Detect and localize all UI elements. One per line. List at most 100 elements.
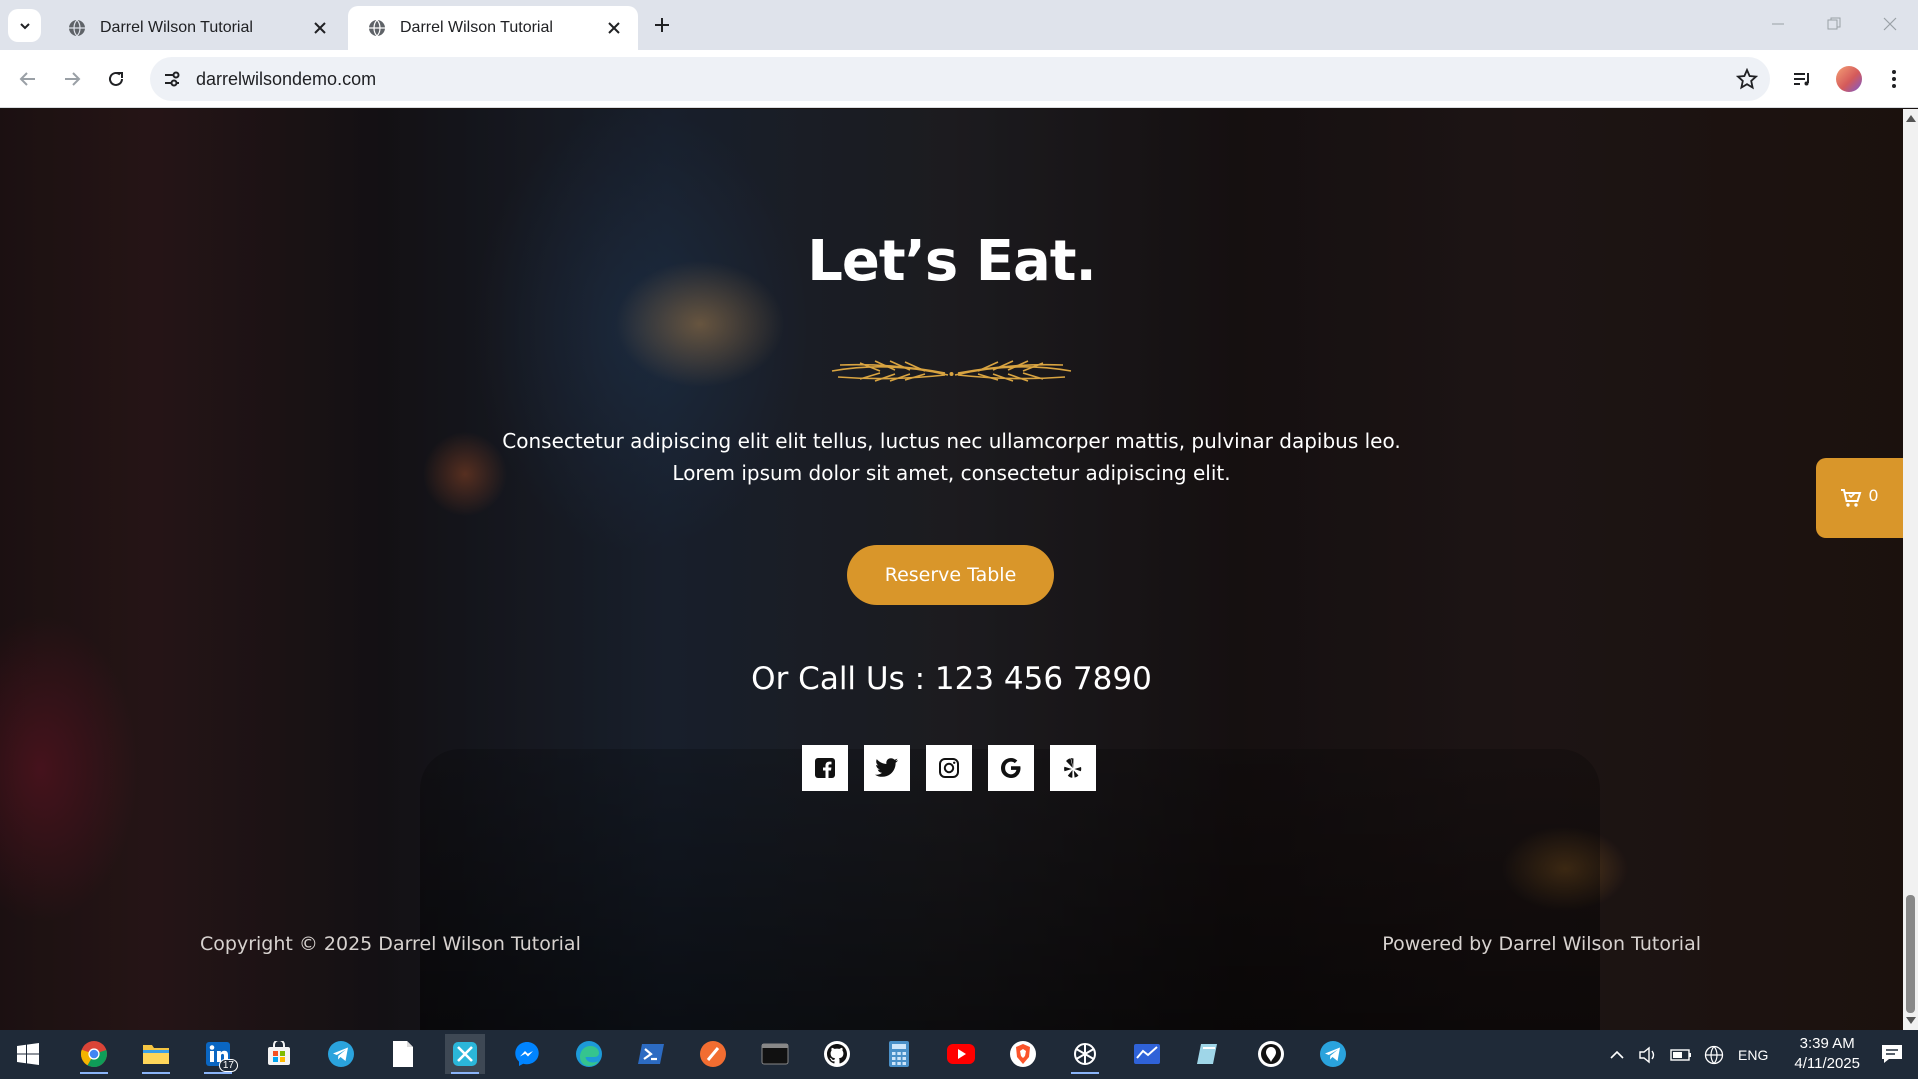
taskbar-telegram[interactable] [321, 1034, 361, 1074]
bookmark-star-icon[interactable] [1736, 68, 1758, 90]
taskbar-brave[interactable] [1003, 1034, 1043, 1074]
app-orange-icon [700, 1041, 726, 1067]
arrow-right-icon [65, 72, 81, 86]
notification-icon[interactable] [1880, 1042, 1904, 1066]
taskbar-telegram-2[interactable] [1313, 1034, 1353, 1074]
chevron-up-icon[interactable] [1610, 1050, 1624, 1060]
facebook-link[interactable] [802, 745, 848, 791]
arrow-left-icon [19, 72, 35, 86]
google-link[interactable] [988, 745, 1034, 791]
site-settings-icon[interactable] [162, 69, 182, 89]
taskbar-app-blue[interactable] [1127, 1034, 1167, 1074]
scroll-thumb[interactable] [1906, 895, 1915, 1013]
back-button[interactable] [14, 65, 42, 93]
taskbar-youtube[interactable] [941, 1034, 981, 1074]
telegram-icon [328, 1041, 354, 1067]
url-text: darrelwilsondemo.com [196, 69, 377, 89]
profile-button[interactable] [1834, 64, 1864, 94]
chrome-icon [80, 1041, 107, 1068]
page-scrollbar[interactable] [1903, 109, 1918, 1030]
taskbar-linkedin[interactable]: 17 [198, 1034, 238, 1074]
start-button[interactable] [8, 1034, 48, 1074]
wheat-ornament-icon [831, 360, 1072, 382]
edge-icon [576, 1041, 602, 1067]
tab-title: Darrel Wilson Tutorial [100, 19, 253, 36]
battery-icon[interactable] [1670, 1048, 1692, 1062]
system-tray: ENG [1610, 1030, 1768, 1079]
playlist-icon [1794, 73, 1809, 86]
minimize-icon [1772, 23, 1784, 25]
clock-date: 4/11/2025 [1794, 1055, 1860, 1072]
browser-toolbar: darrelwilsondemo.com [0, 50, 1918, 108]
globe-icon [368, 19, 386, 37]
terminal-icon [761, 1043, 789, 1065]
linkedin-badge: 17 [218, 1059, 238, 1072]
description-line-1: Consectetur adipiscing elit elit tellus,… [502, 429, 1401, 453]
tab-1[interactable]: Darrel Wilson Tutorial [48, 6, 344, 50]
plus-icon [655, 18, 669, 32]
chrome-menu-button[interactable] [1879, 64, 1909, 94]
store-icon [268, 1041, 290, 1065]
app-black-icon [1258, 1041, 1284, 1067]
scroll-down-arrow[interactable] [1906, 1017, 1916, 1024]
address-bar[interactable]: darrelwilsondemo.com [150, 57, 1770, 101]
taskbar-store[interactable] [259, 1034, 299, 1074]
github-icon [824, 1041, 850, 1067]
calculator-icon [889, 1041, 909, 1067]
description-line-2: Lorem ipsum dolor sit amet, consectetur … [672, 461, 1231, 485]
taskbar-file-explorer[interactable] [136, 1034, 176, 1074]
reload-button[interactable] [102, 65, 130, 93]
taskbar-capcut[interactable] [445, 1034, 485, 1074]
minimize-button[interactable] [1764, 12, 1792, 36]
google-icon [1001, 758, 1021, 778]
taskbar-terminal[interactable] [755, 1034, 795, 1074]
network-globe-icon[interactable] [1704, 1045, 1724, 1065]
restore-icon [1827, 17, 1841, 30]
telegram-2-icon [1320, 1041, 1346, 1067]
capcut-icon [453, 1042, 477, 1066]
copyright-text: Copyright © 2025 Darrel Wilson Tutorial [200, 933, 581, 955]
yelp-link[interactable] [1050, 745, 1096, 791]
taskbar-calculator[interactable] [879, 1034, 919, 1074]
app-blue-icon [1134, 1044, 1160, 1064]
restore-button[interactable] [1820, 12, 1848, 36]
taskbar-notepad[interactable] [383, 1034, 423, 1074]
forward-button[interactable] [58, 65, 86, 93]
taskbar-app-black[interactable] [1251, 1034, 1291, 1074]
close-window-button[interactable] [1876, 12, 1904, 36]
cart-button[interactable]: 0 [1816, 458, 1903, 538]
language-indicator[interactable]: ENG [1738, 1047, 1768, 1063]
page-headline: Let’s Eat. [807, 229, 1097, 294]
close-tab-icon[interactable] [604, 18, 624, 38]
windows-start-icon [17, 1043, 39, 1065]
taskbar-clock[interactable]: 3:39 AM 4/11/2025 [1794, 1034, 1860, 1074]
yelp-icon [1064, 758, 1082, 778]
new-tab-button[interactable] [650, 13, 674, 37]
chevron-down-icon [19, 22, 30, 29]
volume-icon[interactable] [1638, 1046, 1658, 1064]
powered-by-text: Powered by Darrel Wilson Tutorial [1382, 933, 1701, 955]
media-control-button[interactable] [1787, 64, 1817, 94]
scroll-up-arrow[interactable] [1906, 115, 1916, 122]
reserve-table-button[interactable]: Reserve Table [847, 545, 1054, 605]
close-tab-icon[interactable] [310, 18, 330, 38]
taskbar-powershell[interactable] [631, 1034, 671, 1074]
tab-search-button[interactable] [8, 9, 41, 42]
cart-icon [1841, 489, 1862, 507]
taskbar-github[interactable] [817, 1034, 857, 1074]
tab-2[interactable]: Darrel Wilson Tutorial [348, 6, 638, 50]
taskbar-app-teal[interactable] [1189, 1034, 1229, 1074]
notepad-icon [393, 1041, 413, 1067]
taskbar-chatgpt[interactable] [1065, 1034, 1105, 1074]
facebook-icon [815, 758, 835, 778]
twitter-link[interactable] [864, 745, 910, 791]
page-viewport: Let’s Eat. Consectetur adipiscing elit e… [0, 109, 1903, 1030]
app-teal-icon [1197, 1044, 1217, 1064]
brave-icon [1010, 1041, 1036, 1067]
globe-icon [68, 19, 86, 37]
taskbar-app-orange[interactable] [693, 1034, 733, 1074]
taskbar-edge[interactable] [569, 1034, 609, 1074]
taskbar-messenger[interactable] [507, 1034, 547, 1074]
taskbar-chrome[interactable] [74, 1034, 114, 1074]
instagram-link[interactable] [926, 745, 972, 791]
